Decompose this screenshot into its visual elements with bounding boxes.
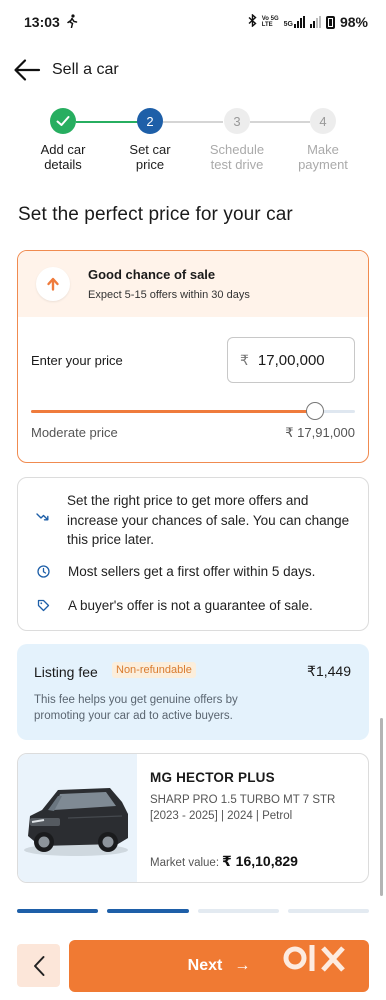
arrow-up-icon — [36, 267, 70, 301]
car-image — [18, 754, 137, 882]
market-value: ₹ 16,10,829 — [222, 853, 298, 869]
step-label: Set car price — [129, 142, 171, 172]
sale-chance-title: Good chance of sale — [88, 267, 216, 282]
page-header-title: Sell a car — [52, 61, 119, 78]
arrow-left-icon — [14, 59, 41, 81]
tip-text: A buyer's offer is not a guarantee of sa… — [68, 598, 313, 613]
signal-strength-icon — [293, 16, 305, 28]
listing-fee-title: Listing fee — [34, 664, 98, 680]
chevron-left-icon — [33, 955, 44, 976]
slider-fill — [31, 410, 315, 413]
back-button[interactable] — [10, 56, 44, 84]
tip-text: Set the right price to get more offers a… — [67, 493, 350, 547]
moderate-price-value: ₹ 17,91,000 — [285, 425, 355, 440]
step-schedule-test-drive: 3 Schedule test drive — [192, 108, 282, 172]
step-set-car-price: 2 Set car price — [105, 108, 195, 172]
scrollbar[interactable] — [380, 718, 383, 896]
next-label: Next — [187, 957, 223, 974]
moderate-price-label: Moderate price — [31, 425, 118, 440]
trend-down-icon — [36, 491, 49, 522]
walking-icon — [66, 13, 78, 31]
step-make-payment: 4 Make payment — [278, 108, 368, 172]
step-number: 4 — [310, 108, 336, 134]
battery-icon — [325, 15, 335, 29]
tip-text: Most sellers get a first offer within 5 … — [68, 564, 316, 579]
price-input-value: 17,00,000 — [257, 351, 325, 369]
sale-chance-subtitle: Expect 5-15 offers within 30 days — [88, 289, 250, 301]
page-title: Set the perfect price for your car — [18, 204, 293, 225]
listing-fee-description: This fee helps you get genuine offers by… — [34, 694, 238, 722]
olx-watermark — [282, 940, 352, 976]
battery-percent: 98% — [339, 14, 368, 30]
tag-icon — [36, 596, 50, 612]
step-label: Make payment — [298, 142, 348, 172]
volte-bottom: LTE — [261, 22, 273, 28]
arrow-right-icon: → — [234, 957, 251, 974]
step-number: 2 — [137, 108, 163, 134]
progress-segment — [107, 909, 189, 913]
step-add-car-details: Add car details — [18, 108, 108, 172]
status-bar: 13:03 Vo 5G LTE 5G 98% — [0, 0, 386, 44]
slider-thumb[interactable] — [305, 402, 324, 420]
price-slider[interactable] — [31, 401, 355, 421]
step-label: Add car details — [40, 142, 86, 172]
sale-chance-banner: Good chance of sale Expect 5-15 offers w… — [18, 251, 368, 317]
listing-fee-amount: ₹1,449 — [307, 663, 351, 679]
listing-fee-card: Listing fee Non-refundable ₹1,449 This f… — [17, 644, 369, 740]
tip-item: Most sellers get a first offer within 5 … — [36, 562, 354, 582]
volte-indicator: Vo 5G LTE — [262, 16, 279, 28]
tip-item: A buyer's offer is not a guarantee of sa… — [36, 596, 354, 616]
app-header: Sell a car — [0, 50, 386, 90]
step-label: Schedule test drive — [209, 142, 265, 172]
progress-stepper: Add car details 2 Set car price 3 Schedu… — [0, 108, 386, 178]
price-card: Good chance of sale Expect 5-15 offers w… — [17, 250, 369, 463]
status-time: 13:03 — [24, 14, 60, 30]
form-progress — [17, 909, 369, 913]
non-refundable-badge: Non-refundable — [112, 662, 196, 678]
car-variant: SHARP PRO 1.5 TURBO MT 7 STR [2023 - 202… — [150, 794, 336, 822]
step-number: 3 — [224, 108, 250, 134]
rupee-icon: ₹ — [240, 351, 249, 368]
enter-price-label: Enter your price — [31, 352, 123, 368]
tip-item: Set the right price to get more offers a… — [36, 491, 354, 550]
progress-segment — [17, 909, 99, 913]
tips-card: Set the right price to get more offers a… — [17, 477, 369, 631]
check-icon — [50, 108, 76, 134]
previous-button[interactable] — [17, 944, 60, 987]
bluetooth-icon — [248, 13, 257, 30]
network-type: 5G — [283, 21, 293, 28]
car-summary-card: MG HECTOR PLUS SHARP PRO 1.5 TURBO MT 7 … — [17, 753, 369, 883]
price-input[interactable]: ₹ 17,00,000 — [227, 337, 355, 383]
signal-1: 5G — [284, 16, 305, 28]
car-name: MG HECTOR PLUS — [150, 770, 275, 785]
market-value-label: Market value: — [150, 857, 220, 869]
progress-segment — [287, 909, 369, 913]
progress-segment — [197, 909, 279, 913]
market-value-row: Market value: ₹ 16,10,829 — [150, 853, 298, 870]
clock-icon — [36, 562, 50, 578]
signal-strength-icon-2 — [309, 16, 321, 28]
